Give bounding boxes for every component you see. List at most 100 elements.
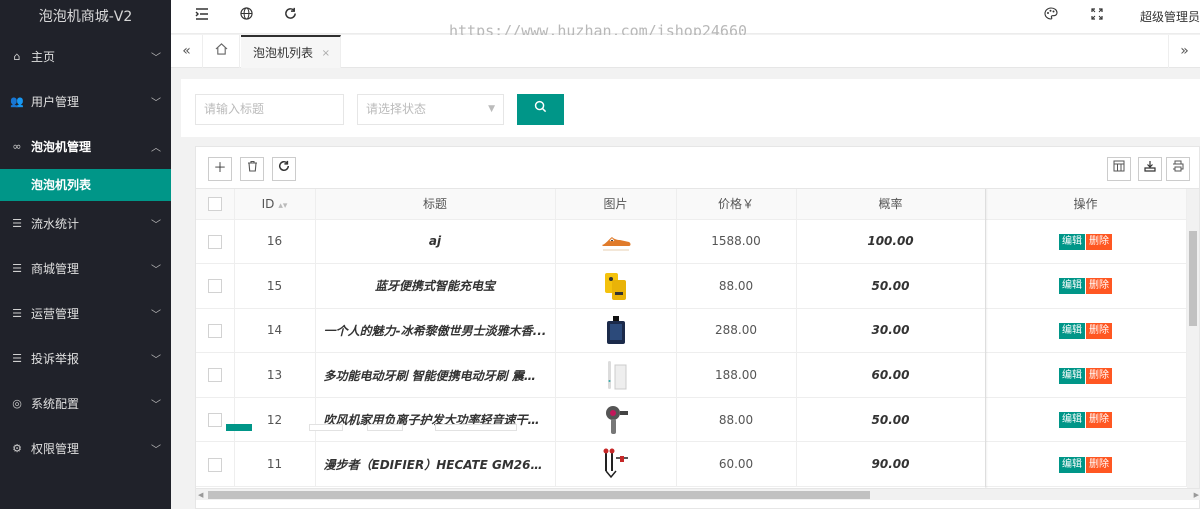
fullscreen-icon[interactable] <box>1087 7 1107 27</box>
print-icon <box>1173 160 1184 172</box>
sidebar-item-0[interactable]: ⌂ 主页 ﹀ <box>0 34 171 79</box>
sidebar-item-label: 流水统计 <box>31 217 80 231</box>
home-tab-icon[interactable] <box>204 35 240 68</box>
horizontal-scroll-thumb[interactable] <box>208 491 870 499</box>
column-header-id[interactable]: ID ▴▾ <box>234 189 316 220</box>
sidebar-item-2[interactable]: ∞ 泡泡机管理 ︿ <box>0 124 171 169</box>
add-button[interactable]: ＋ <box>208 157 232 181</box>
column-header-actions: 操作 <box>985 189 1187 220</box>
scroll-right-arrow-icon[interactable]: ▶ <box>1194 489 1199 501</box>
pagination-item[interactable] <box>367 424 403 431</box>
row-checkbox[interactable] <box>207 323 222 338</box>
sidebar-item-label: 运营管理 <box>31 307 80 321</box>
row-checkbox[interactable] <box>207 412 222 427</box>
row-select-cell[interactable] <box>196 397 235 443</box>
edit-button[interactable]: 编辑 <box>1059 322 1085 339</box>
row-checkbox[interactable] <box>207 234 222 249</box>
tabs-scroll-right-icon[interactable]: » <box>1168 35 1200 68</box>
sidebar-item-5[interactable]: ☰ 运营管理 ﹀ <box>0 291 171 336</box>
vertical-scrollbar[interactable] <box>1187 189 1199 488</box>
export-icon <box>1144 161 1156 172</box>
title-search-input[interactable]: 请输入标题 <box>195 94 344 125</box>
row-select-cell[interactable] <box>196 308 235 354</box>
tab-close-icon[interactable]: × <box>322 37 330 70</box>
row-select-cell[interactable] <box>196 263 235 309</box>
table-row: 12 吹风机家用负离子护发大功率轻音速干电... 88.00 50.00 编辑 删除 <box>196 397 1187 443</box>
tab-label: 泡泡机列表 <box>253 46 314 60</box>
sidebar-item-label: 主页 <box>31 50 56 64</box>
tabs-scroll-left-icon[interactable]: « <box>171 35 203 68</box>
row-checkbox[interactable] <box>207 279 222 294</box>
list-icon: ☰ <box>12 352 22 365</box>
delete-button[interactable]: 删除 <box>1086 322 1112 339</box>
product-image <box>605 405 628 434</box>
sidebar-item-label: 用户管理 <box>31 95 80 109</box>
status-select[interactable]: 请选择状态 ▼ <box>357 94 504 125</box>
edit-button[interactable]: 编辑 <box>1059 278 1085 295</box>
main-content: 请输入标题 请选择状态 ▼ ＋ ID ▴▾ 标题 图片 价格￥ 概率 操作 16… <box>171 68 1200 509</box>
sidebar-subitem-bubble-list[interactable]: 泡泡机列表 <box>0 169 171 201</box>
pagination-item[interactable] <box>309 424 343 431</box>
row-checkbox[interactable] <box>207 368 222 383</box>
admin-user-menu[interactable]: 超级管理员 <box>1140 0 1200 34</box>
collapse-menu-icon[interactable] <box>192 7 212 27</box>
reload-button[interactable] <box>272 157 296 181</box>
edit-button[interactable]: 编辑 <box>1059 367 1085 384</box>
edit-button[interactable]: 编辑 <box>1059 412 1085 429</box>
delete-batch-button[interactable] <box>240 157 264 181</box>
delete-button[interactable]: 删除 <box>1086 278 1112 295</box>
app-logo-title: 泡泡机商城-V2 <box>38 9 133 25</box>
row-select-cell[interactable] <box>196 441 235 488</box>
status-select-placeholder: 请选择状态 <box>366 102 427 116</box>
row-select-cell[interactable] <box>196 352 235 398</box>
tab-bubble-list[interactable]: 泡泡机列表 × <box>241 35 341 68</box>
table-toolbar: ＋ <box>196 147 1199 189</box>
cell-rate: 50.00 <box>796 397 986 443</box>
search-button[interactable] <box>517 94 564 125</box>
data-table-card: ＋ ID ▴▾ 标题 图片 价格￥ 概率 操作 16 aj 1588.00 10… <box>195 146 1200 509</box>
cell-actions: 编辑 删除 <box>985 397 1187 443</box>
delete-button[interactable]: 删除 <box>1086 412 1112 429</box>
sidebar-item-6[interactable]: ☰ 投诉举报 ﹀ <box>0 336 171 381</box>
chevron-down-icon: ﹀ <box>151 355 161 366</box>
sidebar-item-8[interactable]: ⚙ 权限管理 ﹀ <box>0 426 171 471</box>
row-select-cell[interactable] <box>196 219 235 265</box>
sidebar-item-4[interactable]: ☰ 商城管理 ﹀ <box>0 246 171 291</box>
edit-button[interactable]: 编辑 <box>1059 233 1085 250</box>
print-button[interactable] <box>1166 157 1190 181</box>
search-icon <box>534 100 547 113</box>
sidebar-item-3[interactable]: ☰ 流水统计 ﹀ <box>0 201 171 246</box>
fixed-column-shadow <box>985 189 988 488</box>
select-all-header[interactable] <box>196 189 235 220</box>
home-icon: ⌂ <box>13 50 21 63</box>
refresh-icon[interactable] <box>280 7 300 27</box>
delete-button[interactable]: 删除 <box>1086 456 1112 473</box>
edit-button[interactable]: 编辑 <box>1059 456 1085 473</box>
cell-rate: 50.00 <box>796 263 986 309</box>
horizontal-scrollbar[interactable]: ◀ ▶ <box>196 488 1200 500</box>
chevron-down-icon: ﹀ <box>151 445 161 456</box>
select-all-checkbox[interactable] <box>207 197 222 211</box>
globe-icon[interactable] <box>236 7 256 27</box>
row-checkbox[interactable] <box>207 457 222 472</box>
theme-palette-icon[interactable] <box>1041 7 1061 27</box>
delete-button[interactable]: 删除 <box>1086 233 1112 250</box>
export-button[interactable] <box>1138 157 1162 181</box>
chevron-down-icon: ﹀ <box>151 220 161 231</box>
cell-image <box>555 263 677 309</box>
cell-image <box>555 397 677 443</box>
sidebar-item-1[interactable]: 👥 用户管理 ﹀ <box>0 79 171 124</box>
cell-image <box>555 352 677 398</box>
sort-icon[interactable]: ▴▾ <box>278 201 287 211</box>
table-row: 13 多功能电动牙刷 智能便携电动牙刷 震动... 188.00 60.00 编辑 删除 <box>196 352 1187 398</box>
scroll-left-arrow-icon[interactable]: ◀ <box>198 489 203 501</box>
pagination-current[interactable] <box>226 424 252 431</box>
sidebar-item-7[interactable]: ◎ 系统配置 ﹀ <box>0 381 171 426</box>
delete-button[interactable]: 删除 <box>1086 367 1112 384</box>
pagination-size-select[interactable] <box>435 424 517 431</box>
vertical-scroll-thumb[interactable] <box>1189 231 1197 326</box>
product-image <box>607 361 626 390</box>
search-panel: 请输入标题 请选择状态 ▼ <box>181 79 1200 137</box>
cell-title: 多功能电动牙刷 智能便携电动牙刷 震动... <box>315 352 556 398</box>
columns-filter-button[interactable] <box>1107 157 1131 181</box>
